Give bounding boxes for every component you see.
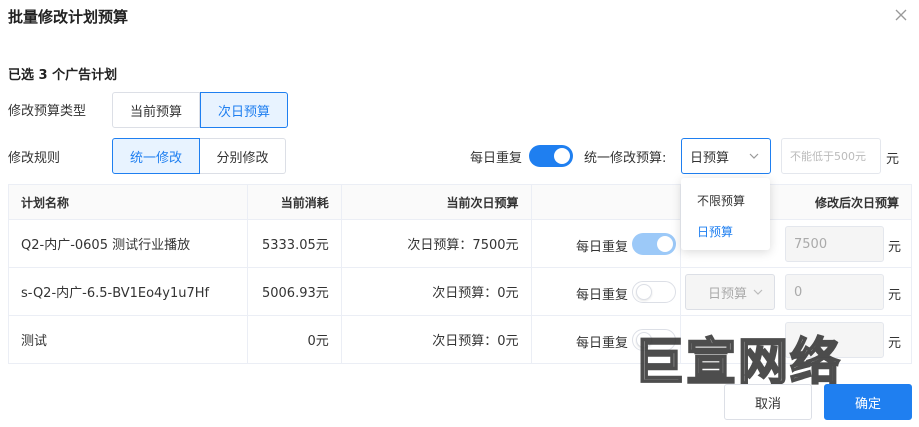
- header-empty: [530, 184, 682, 220]
- header-plan-name: 计划名称: [8, 184, 248, 220]
- dialog-title: 批量修改计划预算: [8, 8, 129, 26]
- chevron-down-icon: [749, 153, 759, 159]
- close-icon[interactable]: [893, 7, 909, 23]
- row-budget-input[interactable]: 7500: [785, 226, 884, 262]
- row-daily-repeat-label: 每日重复: [576, 336, 629, 351]
- rule-label: 修改规则: [8, 151, 61, 166]
- row-daily-repeat-toggle[interactable]: [632, 233, 676, 255]
- row-budget-type-select[interactable]: 日预算: [685, 274, 775, 310]
- budget-type-segment: 当前预算 次日预算: [112, 92, 288, 128]
- budget-type-label: 修改预算类型: [8, 104, 87, 119]
- header-current-spend: 当前消耗: [246, 184, 342, 220]
- rule-unified-button[interactable]: 统一修改: [112, 138, 200, 174]
- plan-name: Q2-内广-0605 测试行业播放: [8, 219, 248, 268]
- row-daily-repeat-label: 每日重复: [576, 288, 629, 303]
- cancel-button[interactable]: 取消: [724, 384, 812, 420]
- budget-type-next-day-button[interactable]: 次日预算: [200, 92, 288, 128]
- unified-budget-label: 统一修改预算:: [584, 151, 667, 166]
- row-budget-input[interactable]: 0: [785, 274, 884, 310]
- table-row: Q2-内广-0605 测试行业播放 5333.05元 次日预算：7500元: [8, 219, 912, 268]
- row-unit-label: 元: [888, 336, 902, 351]
- current-next-budget: 次日预算：0元: [340, 315, 532, 364]
- daily-repeat-toggle[interactable]: [529, 145, 573, 167]
- budget-type-dropdown: 不限预算 日预算: [681, 178, 770, 250]
- daily-repeat-label: 每日重复: [470, 151, 523, 166]
- current-next-budget: 次日预算：0元: [340, 267, 532, 316]
- plan-name: 测试: [8, 315, 248, 364]
- current-spend: 5006.93元: [246, 267, 342, 316]
- current-spend: 0元: [246, 315, 342, 364]
- row-budget-value: 7500: [794, 236, 828, 252]
- table-header-row: 计划名称 当前消耗 当前次日预算 修改后次日预算: [8, 184, 912, 220]
- row-unit-label: 元: [888, 240, 902, 255]
- chevron-down-icon: [753, 289, 763, 295]
- budget-amount-placeholder: 不能低于500元: [790, 150, 866, 163]
- confirm-button[interactable]: 确定: [824, 384, 912, 420]
- header-current-next-budget: 当前次日预算: [340, 184, 532, 220]
- rule-segment: 统一修改 分别修改: [112, 138, 286, 174]
- budget-type-current-button[interactable]: 当前预算: [112, 92, 200, 128]
- row-budget-type-value: 日预算: [708, 286, 748, 302]
- budget-type-select[interactable]: 日预算: [681, 138, 771, 174]
- unit-label: 元: [886, 152, 900, 167]
- row-daily-repeat-toggle[interactable]: [632, 281, 676, 303]
- row-daily-repeat-label: 每日重复: [576, 240, 629, 255]
- rule-separate-button[interactable]: 分别修改: [200, 138, 286, 174]
- row-unit-label: 元: [888, 288, 902, 303]
- current-spend: 5333.05元: [246, 219, 342, 268]
- plan-name: s-Q2-内广-6.5-BV1Eo4y1u7Hf: [8, 267, 248, 316]
- current-next-budget: 次日预算：7500元: [340, 219, 532, 268]
- budget-amount-input[interactable]: 不能低于500元: [781, 138, 881, 174]
- budget-type-select-value: 日预算: [690, 150, 730, 166]
- table-row: s-Q2-内广-6.5-BV1Eo4y1u7Hf 5006.93元 次日预算：0…: [8, 267, 912, 316]
- selected-count: 已选 3 个广告计划: [8, 68, 118, 83]
- dropdown-option-unlimited[interactable]: 不限预算: [697, 192, 745, 209]
- row-budget-value: 0: [794, 284, 803, 300]
- dropdown-option-daily[interactable]: 日预算: [697, 223, 733, 240]
